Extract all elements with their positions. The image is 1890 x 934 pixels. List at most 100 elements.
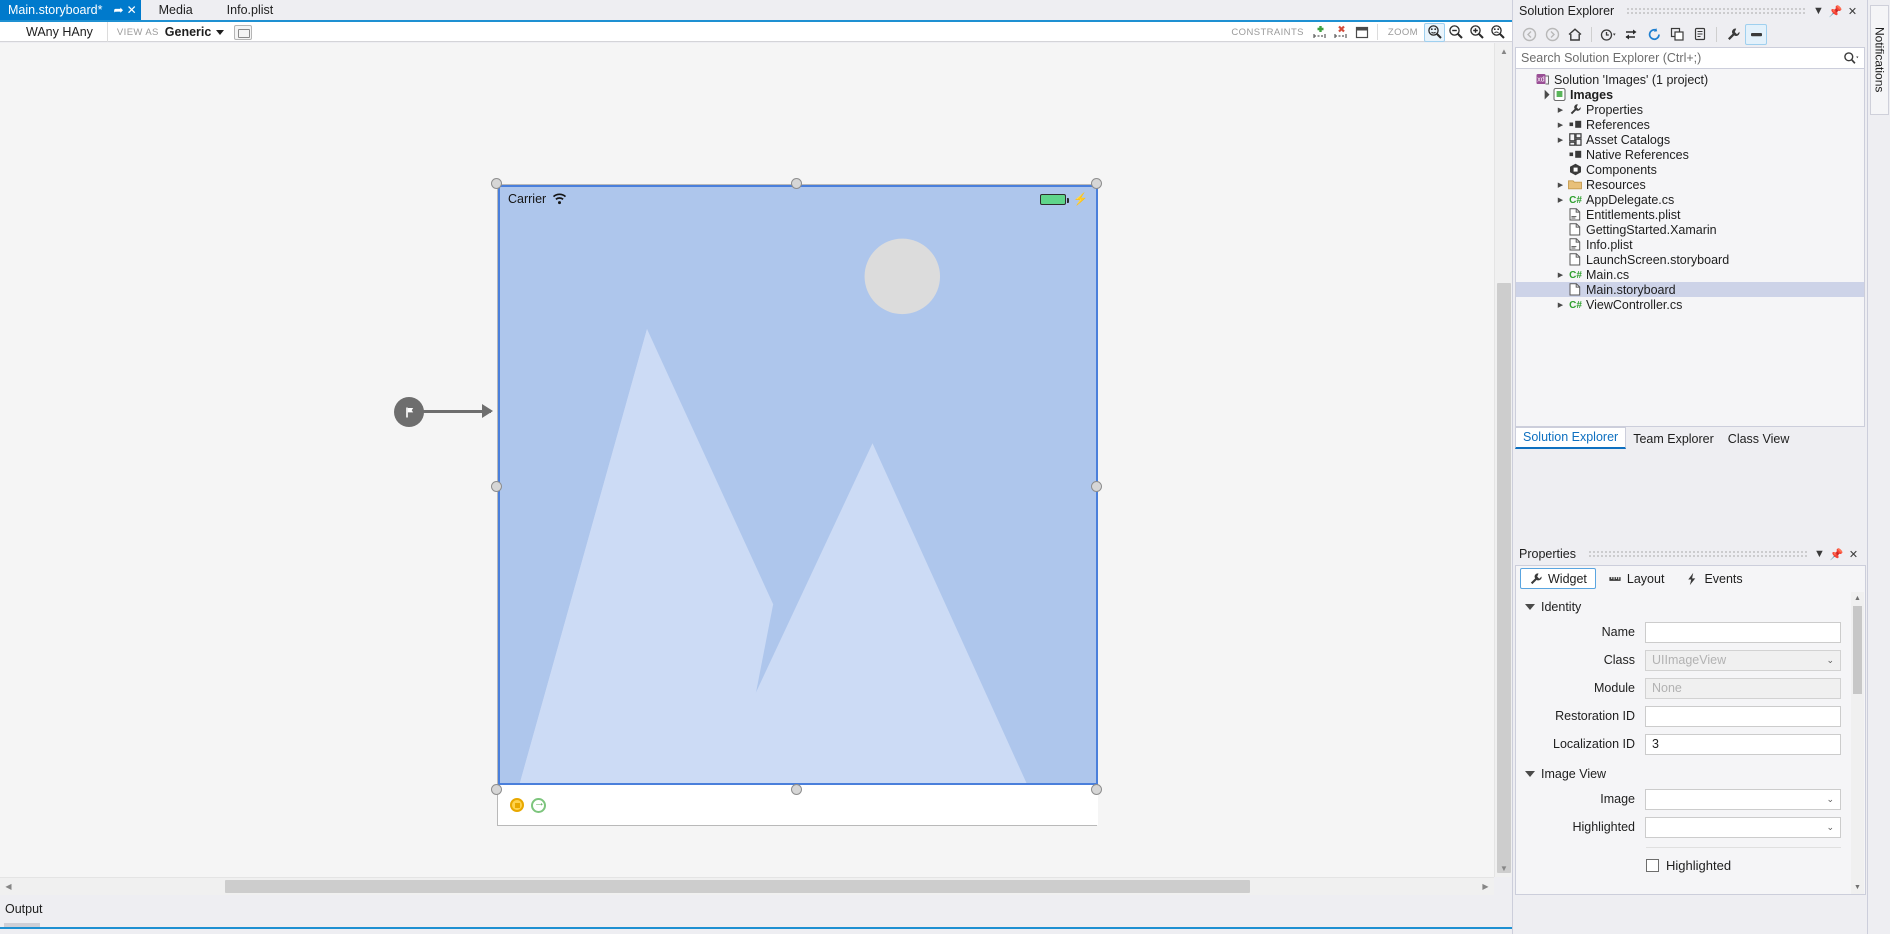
chevron-down-icon[interactable]: ▼	[1810, 3, 1827, 20]
chevron-down-icon[interactable]: ▼	[1811, 546, 1828, 563]
resize-handle-bottom-right[interactable]	[1091, 784, 1102, 795]
property-highlighted-select[interactable]: ⌄	[1645, 817, 1841, 838]
tab-class-view[interactable]: Class View	[1721, 430, 1797, 449]
scroll-left-icon[interactable]: ◀	[0, 878, 17, 895]
tree-item-main-storyboard[interactable]: Main.storyboard	[1516, 282, 1864, 297]
close-icon[interactable]: ✕	[1845, 546, 1862, 563]
tree-item-images[interactable]: ◢Images	[1516, 87, 1864, 102]
tree-item-gettingstarted-xamarin[interactable]: GettingStarted.Xamarin	[1516, 222, 1864, 237]
scroll-up-icon[interactable]: ▲	[1851, 592, 1864, 605]
vertical-scroll-thumb[interactable]	[1497, 283, 1511, 873]
resize-handle-bottom-center[interactable]	[791, 784, 802, 795]
chevron-collapsed-icon[interactable]: ▶	[1554, 136, 1567, 144]
canvas-horizontal-scrollbar[interactable]: ◀ ▶	[0, 877, 1494, 895]
resize-handle-middle-left[interactable]	[491, 481, 502, 492]
view-as-control[interactable]: VIEW AS Generic	[107, 22, 252, 42]
search-icon[interactable]	[1843, 51, 1859, 65]
scroll-down-icon[interactable]: ▼	[1495, 860, 1513, 877]
property-highlighted-checkbox-row[interactable]: Highlighted	[1516, 852, 1865, 878]
chevron-collapsed-icon[interactable]: ▶	[1554, 196, 1567, 204]
forward-button[interactable]	[1541, 24, 1563, 45]
first-responder-exit-icon[interactable]	[531, 798, 546, 813]
panel-drag-grip[interactable]	[1588, 550, 1807, 558]
tree-item-appdelegate-cs[interactable]: ▶C#AppDelegate.cs	[1516, 192, 1864, 207]
tree-item-resources[interactable]: ▶Resources	[1516, 177, 1864, 192]
pin-icon[interactable]: 📌	[1828, 546, 1845, 563]
search-input[interactable]	[1521, 51, 1843, 65]
zoom-fit-button[interactable]	[1424, 23, 1445, 42]
tree-item-entitlements-plist[interactable]: Entitlements.plist	[1516, 207, 1864, 222]
tab-info-plist[interactable]: Info.plist	[219, 0, 290, 20]
resize-handle-top-left[interactable]	[491, 178, 502, 189]
root-view[interactable]: Carrier ⚡	[498, 185, 1098, 785]
chevron-collapsed-icon[interactable]: ▶	[1554, 301, 1567, 309]
tab-team-explorer[interactable]: Team Explorer	[1626, 430, 1721, 449]
property-image-select[interactable]: ⌄	[1645, 789, 1841, 810]
close-icon[interactable]: ✕	[1844, 3, 1861, 20]
tab-widget[interactable]: Widget	[1520, 568, 1596, 589]
zoom-actual-button[interactable]	[1487, 23, 1508, 42]
collapse-all-button[interactable]	[1666, 24, 1688, 45]
output-panel[interactable]: Output	[0, 895, 1512, 934]
home-button[interactable]	[1564, 24, 1586, 45]
property-module-input[interactable]: None	[1645, 678, 1841, 699]
frame-constraint-button[interactable]	[1352, 23, 1373, 42]
tab-media[interactable]: Media	[151, 0, 209, 20]
property-name-input[interactable]	[1645, 622, 1841, 643]
chevron-down-icon[interactable]: ⌄	[1826, 822, 1834, 833]
resize-handle-bottom-left[interactable]	[491, 784, 502, 795]
scroll-up-icon[interactable]: ▲	[1495, 43, 1513, 60]
tree-item-main-cs[interactable]: ▶C#Main.cs	[1516, 267, 1864, 282]
checkbox-icon[interactable]	[1646, 859, 1659, 872]
properties-section-header[interactable]: Image View	[1516, 763, 1865, 785]
size-class-label[interactable]: WAny HAny	[0, 25, 107, 39]
scroll-down-icon[interactable]: ▼	[1851, 881, 1864, 894]
sync-button[interactable]	[1620, 24, 1642, 45]
chevron-collapsed-icon[interactable]: ▶	[1554, 271, 1567, 279]
properties-scroll-thumb[interactable]	[1853, 606, 1862, 694]
add-constraint-button[interactable]	[1310, 23, 1331, 42]
refresh-button[interactable]	[1643, 24, 1665, 45]
solution-explorer-tree[interactable]: xdSolution 'Images' (1 project)◢Images▶P…	[1515, 69, 1865, 427]
tree-item-references[interactable]: ▶References	[1516, 117, 1864, 132]
zoom-in-button[interactable]	[1466, 23, 1487, 42]
properties-button[interactable]	[1722, 24, 1744, 45]
tree-item-solution-images-1-project[interactable]: xdSolution 'Images' (1 project)	[1516, 72, 1864, 87]
storyboard-canvas[interactable]: Carrier ⚡	[0, 43, 1494, 877]
show-all-files-button[interactable]	[1689, 24, 1711, 45]
tree-item-native-references[interactable]: Native References	[1516, 147, 1864, 162]
pin-icon[interactable]: ➦	[114, 4, 124, 16]
properties-section-header[interactable]: Identity	[1516, 596, 1865, 618]
back-button[interactable]	[1518, 24, 1540, 45]
resize-handle-top-center[interactable]	[791, 178, 802, 189]
property-localization-id-input[interactable]: 3	[1645, 734, 1841, 755]
properties-body[interactable]: IdentityNameClassUIImageView⌄ModuleNoneR…	[1515, 591, 1866, 895]
resize-handle-middle-right[interactable]	[1091, 481, 1102, 492]
view-controller-icon[interactable]	[510, 798, 524, 812]
device-frame-icon[interactable]	[234, 25, 252, 40]
tab-main-storyboard[interactable]: Main.storyboard* ➦ ✕	[0, 0, 141, 20]
close-icon[interactable]: ✕	[127, 4, 137, 16]
chevron-collapsed-icon[interactable]: ▶	[1554, 121, 1567, 129]
tab-solution-explorer[interactable]: Solution Explorer	[1515, 427, 1626, 449]
properties-scrollbar[interactable]: ▲ ▼	[1851, 592, 1864, 894]
tree-item-components[interactable]: Components	[1516, 162, 1864, 177]
property-class-select[interactable]: UIImageView⌄	[1645, 650, 1841, 671]
remove-constraint-button[interactable]	[1331, 23, 1352, 42]
chevron-down-icon[interactable]: ⌄	[1826, 655, 1834, 666]
resize-handle-top-right[interactable]	[1091, 178, 1102, 189]
tab-layout[interactable]: Layout	[1599, 568, 1674, 589]
pin-icon[interactable]: 📌	[1827, 3, 1844, 20]
chevron-collapsed-icon[interactable]: ▶	[1554, 181, 1567, 189]
notifications-tab[interactable]: Notifications	[1870, 5, 1889, 115]
property-restoration-id-input[interactable]	[1645, 706, 1841, 727]
horizontal-scroll-thumb[interactable]	[225, 880, 1250, 893]
preview-selected-button[interactable]	[1745, 24, 1767, 45]
tree-item-viewcontroller-cs[interactable]: ▶C#ViewController.cs	[1516, 297, 1864, 312]
tree-item-info-plist[interactable]: Info.plist	[1516, 237, 1864, 252]
view-controller-scene[interactable]: Carrier ⚡	[497, 142, 1097, 827]
pending-changes-button[interactable]	[1597, 24, 1619, 45]
tree-item-launchscreen-storyboard[interactable]: LaunchScreen.storyboard	[1516, 252, 1864, 267]
tab-events[interactable]: Events	[1676, 568, 1751, 589]
image-view-placeholder-graphic[interactable]	[500, 187, 1096, 783]
